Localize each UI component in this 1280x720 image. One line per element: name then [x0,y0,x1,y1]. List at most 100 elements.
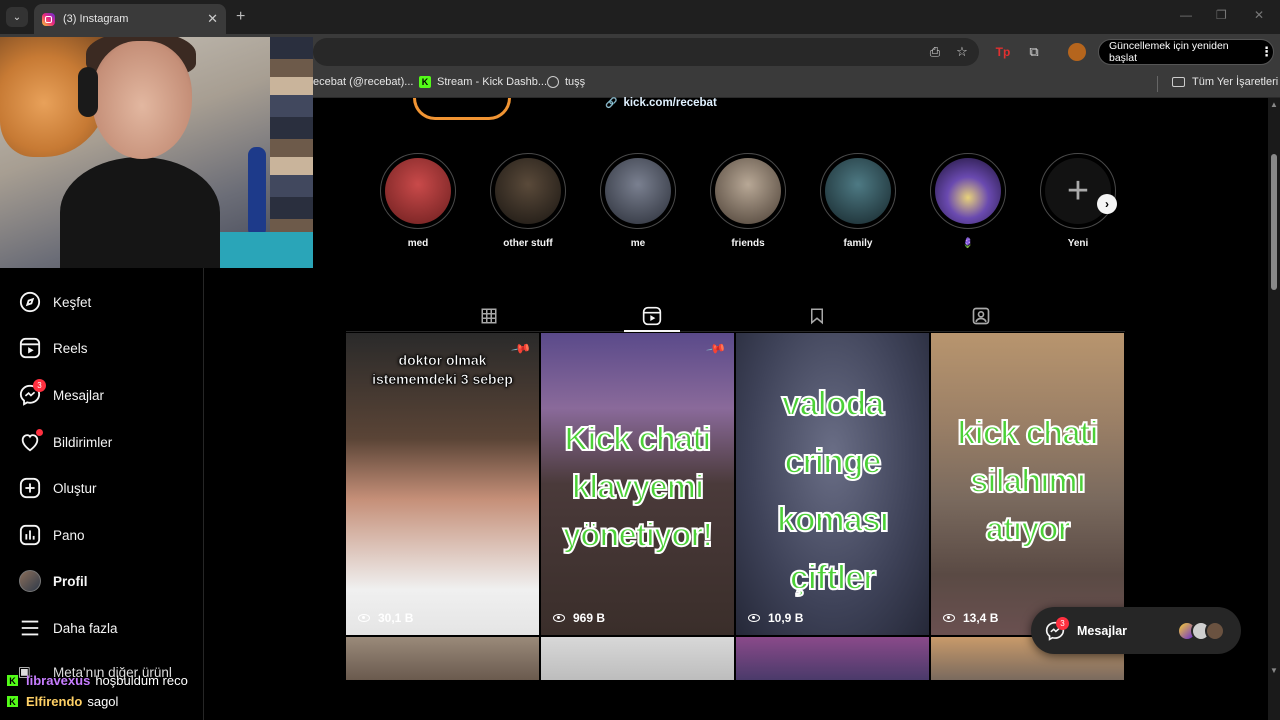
relaunch-update-button[interactable]: Güncellemek için yeniden başlat ⋮ [1098,39,1274,65]
close-icon[interactable]: ✕ [207,11,218,27]
reel-tile[interactable]: kick chati silahımı atıyor 13,4 B [931,333,1124,635]
reel-caption: kick chati silahımı atıyor [956,413,1099,548]
bookmark-label: Stream - Kick Dashb... [437,76,548,88]
highlight-label: Yeni [1067,238,1089,249]
chevron-down-icon: ⌄ [12,11,22,23]
link-icon: 🔗 [605,97,618,109]
update-label: Güncellemek için yeniden başlat [1109,40,1229,64]
new-tab-button[interactable]: + [236,8,245,26]
chat-message: K libravexus hoşbuldum reco [7,673,188,688]
reels-icon [18,336,42,360]
sidebar-item-label: Daha fazla [53,620,118,636]
sidebar-item-label: Reels [53,340,88,356]
scrollbar-thumb[interactable] [1271,154,1277,290]
chat-username: Elfirendo [26,694,83,709]
tab-reels[interactable] [622,302,682,332]
sidebar-item-label: Bildirimler [53,434,113,450]
eye-icon [553,614,565,622]
kick-icon: K [7,696,18,707]
grid-icon [481,308,497,324]
reel-caption: Kick chati klavyemi yönetiyor! [562,419,715,554]
bookmark-tuss[interactable]: tuşş [547,76,585,88]
chart-icon [18,523,42,547]
sidebar-item-create[interactable]: Oluştur [18,474,97,502]
profile-avatar-icon[interactable] [1068,43,1086,61]
bookmark-label: tuşş [565,76,586,88]
install-app-icon[interactable]: ⎙ [926,43,944,61]
views-count: 969 B [573,611,606,625]
messages-floating-button[interactable]: 3 Mesajlar [1031,607,1241,654]
reel-tile[interactable] [541,637,734,680]
sidebar-item-label: Pano [53,527,85,543]
sidebar-item-reels[interactable]: Reels [18,334,88,362]
profile-link[interactable]: 🔗 kick.com/recebat [605,97,717,109]
chat-message: K Elfirendo sagol [7,694,118,709]
extensions-puzzle-icon[interactable]: ⧉ [1025,43,1043,61]
extension-tp-icon[interactable]: Tp [994,43,1012,61]
sidebar-item-dashboard[interactable]: Pano [18,521,85,549]
browser-tab-instagram[interactable]: (3) Instagram ✕ [34,4,226,34]
highlight-label: friends [731,238,765,249]
views-count: 10,9 B [768,611,804,625]
eye-icon [748,614,760,622]
compass-icon [18,290,42,314]
unread-badge: 3 [1056,616,1069,630]
tabs-divider [346,331,1125,332]
all-bookmarks-button[interactable]: Tüm Yer İşaretleri [1172,76,1278,88]
address-bar[interactable] [313,38,979,66]
reel-tile[interactable]: Kick chati klavyemi yönetiyor! 📌 969 B [541,333,734,635]
sidebar-item-profile[interactable]: Profil [18,567,88,595]
reel-tile[interactable] [736,637,929,680]
sidebar-item-messages[interactable]: 3 Mesajlar [18,379,104,409]
tab-search-button[interactable]: ⌄ [6,7,28,27]
highlight-label: family [843,238,873,249]
sidebar-divider [203,268,204,720]
tagged-icon [972,307,990,325]
highlight-label: med [407,238,429,249]
bookmark-kick-dashboard[interactable]: K Stream - Kick Dashb... [419,76,547,88]
window-close-icon[interactable]: ✕ [1254,8,1264,22]
bookmark-recebat[interactable]: ecebat (@recebat)... [313,76,413,88]
bookmark-star-icon[interactable]: ☆ [953,43,971,61]
globe-icon [547,76,559,88]
tab-title: (3) Instagram [63,13,129,25]
highlight-cover [715,158,781,224]
page-scrollbar[interactable]: ▲ ▼ [1268,98,1280,720]
kick-icon: K [419,76,431,88]
highlight-med[interactable]: med [380,153,456,249]
highlight-cover [605,158,671,224]
messages-label: Mesajlar [1077,623,1128,638]
minimize-icon[interactable]: — [1180,8,1192,22]
highlight-friends[interactable]: friends [710,153,786,249]
scroll-down-icon[interactable]: ▼ [1270,666,1278,675]
restore-icon[interactable]: ❐ [1216,8,1227,22]
reel-tile[interactable] [346,637,539,680]
reel-tile[interactable]: valoda cringe koması çiftler 10,9 B [736,333,929,635]
profile-picture-ring[interactable] [413,98,511,120]
bookmarks-divider [1157,76,1158,92]
chevron-right-icon[interactable]: › [1097,194,1117,214]
highlight-family[interactable]: family [820,153,896,249]
kebab-menu-icon[interactable]: ⋮ [1260,44,1273,60]
tab-posts[interactable] [459,302,519,330]
sidebar-item-label: Keşfet [53,294,92,310]
folder-icon [1172,77,1185,87]
reel-views: 30,1 B [358,611,413,625]
tab-tagged[interactable] [951,302,1011,330]
reel-tile[interactable]: doktor olmak istememdeki 3 sebep 📌 30,1 … [346,333,539,635]
scroll-up-icon[interactable]: ▲ [1270,100,1278,109]
kick-icon: K [7,675,18,686]
pin-icon: 📌 [705,337,728,360]
sidebar-item-notifications[interactable]: Bildirimler [18,428,112,456]
sidebar-item-more[interactable]: Daha fazla [18,614,118,642]
tab-saved[interactable] [787,302,847,330]
plus-square-icon [18,476,42,500]
highlight-me[interactable]: me [600,153,676,249]
eye-icon [943,614,955,622]
chat-username: libravexus [26,673,91,688]
highlight-cover [495,158,561,224]
highlight-other-stuff[interactable]: other stuff [490,153,566,249]
sidebar-item-explore[interactable]: Keşfet [18,288,91,316]
highlight-hyacinth[interactable]: 🪻 [930,153,1006,249]
plus-icon: + [1045,158,1111,224]
